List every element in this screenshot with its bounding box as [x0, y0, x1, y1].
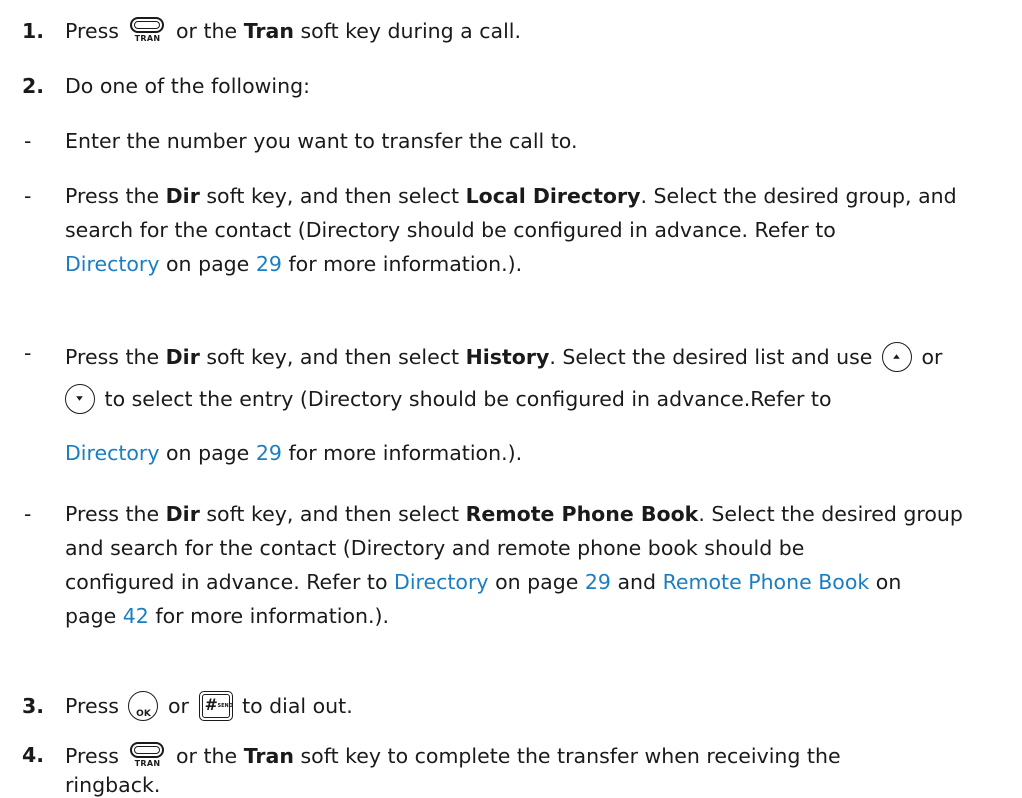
text: Press [65, 694, 119, 718]
page-42-link[interactable]: 42 [123, 604, 149, 628]
remote-phone-book-link[interactable]: Remote Phone Book [663, 570, 870, 594]
down-arrow-key-icon [65, 384, 95, 414]
page-29-link[interactable]: 29 [256, 441, 282, 465]
text: search for the contact (Directory should… [65, 218, 836, 242]
text: . Select the desired group [698, 502, 963, 526]
ok-key-icon: OK [128, 691, 159, 721]
tran-key-icon: TRAN [128, 741, 166, 771]
tran-softkey-label: Tran [243, 19, 294, 43]
tran-key-icon: TRAN [128, 16, 166, 46]
text: for more information.). [155, 604, 390, 628]
text: to dial out. [242, 694, 353, 718]
remote-phone-book-label: Remote Phone Book [465, 502, 699, 526]
text: soft key, and then select [206, 184, 460, 208]
directory-link[interactable]: Directory [394, 570, 488, 594]
text: Press [65, 744, 119, 768]
page-29-link[interactable]: 29 [256, 252, 282, 276]
text: . Select the desired group, and [640, 184, 957, 208]
bullet-dash: - [24, 341, 32, 365]
text: on page [166, 441, 250, 465]
text: Press the [65, 502, 160, 526]
text: ringback. [65, 773, 161, 797]
text: for more information.). [288, 252, 523, 276]
text: for more information.). [288, 441, 523, 465]
dir-softkey-label: Dir [165, 184, 200, 208]
step-number: 3. [22, 694, 45, 718]
option-text: Enter the number you want to transfer th… [65, 129, 578, 153]
text: Press the [65, 345, 160, 369]
text: and search for the contact (Directory an… [65, 536, 805, 560]
bullet-dash: - [24, 184, 32, 208]
up-arrow-key-icon [881, 342, 912, 372]
text: or the [176, 19, 238, 43]
text: soft key, and then select [206, 502, 460, 526]
text: to select the entry (Directory should be… [104, 387, 832, 411]
text: on page [495, 570, 579, 594]
send-key-icon: # SEND [198, 691, 233, 721]
step-number: 1. [22, 19, 45, 43]
page-29-link[interactable]: 29 [585, 570, 611, 594]
text: or [168, 694, 189, 718]
step-number: 4. [22, 743, 45, 767]
step-text: Do one of the following: [65, 74, 311, 98]
step-number: 2. [22, 74, 45, 98]
local-directory-label: Local Directory [465, 184, 641, 208]
directory-link[interactable]: Directory [65, 252, 159, 276]
directory-link[interactable]: Directory [65, 441, 159, 465]
text: soft key, and then select [206, 345, 460, 369]
text: . Select the desired list and use [549, 345, 873, 369]
text: configured in advance. Refer to [65, 570, 388, 594]
text: on page [166, 252, 250, 276]
text: and [617, 570, 657, 594]
text: Press the [65, 184, 160, 208]
bullet-dash: - [24, 129, 32, 153]
text: or [921, 345, 943, 369]
text: soft key during a call. [300, 19, 522, 43]
dir-softkey-label: Dir [165, 502, 200, 526]
bullet-dash: - [24, 502, 32, 526]
text: page [65, 604, 117, 628]
tran-softkey-label: Tran [243, 744, 294, 768]
dir-softkey-label: Dir [165, 345, 200, 369]
history-label: History [465, 345, 550, 369]
text: Press [65, 19, 119, 43]
text: soft key to complete the transfer when r… [300, 744, 841, 768]
text: on [875, 570, 902, 594]
text: or the [176, 744, 238, 768]
